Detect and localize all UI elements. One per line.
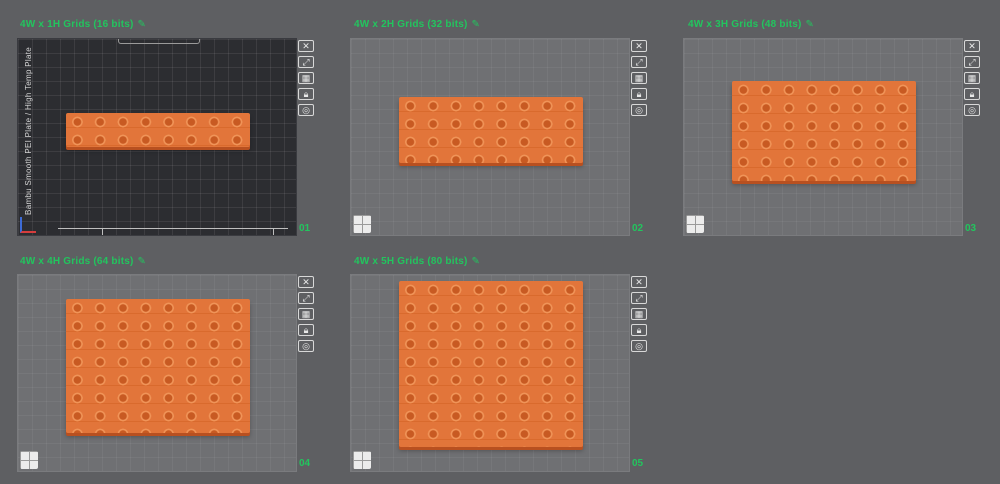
plate-title-2[interactable]: 4W x 2H Grids (32 bits) ✎ [354, 19, 480, 30]
lock-icon[interactable]: 🔒︎ [964, 88, 980, 100]
plate-number-4: 04 [299, 458, 311, 469]
edit-icon[interactable]: ✎ [472, 256, 481, 267]
auto-orient-icon[interactable]: ⤢ [298, 56, 314, 68]
plate-toolbar-1: ✕ ⤢ ▦ 🔒︎ ◎ [298, 40, 316, 120]
plate-title-text: 4W x 4H Grids (64 bits) [20, 256, 134, 267]
close-icon[interactable]: ✕ [298, 40, 314, 52]
plate-thumbnail-4[interactable] [17, 274, 297, 472]
plate-number-1: 01 [299, 223, 311, 234]
auto-orient-icon[interactable]: ⤢ [631, 56, 647, 68]
close-icon[interactable]: ✕ [631, 40, 647, 52]
settings-icon[interactable]: ◎ [298, 340, 314, 352]
plate-grid-icon [686, 215, 704, 233]
arrange-icon[interactable]: ▦ [298, 308, 314, 320]
close-icon[interactable]: ✕ [631, 276, 647, 288]
arrange-icon[interactable]: ▦ [631, 308, 647, 320]
plate-edge-marking [102, 228, 274, 235]
edit-icon[interactable]: ✎ [806, 19, 815, 30]
grid-model[interactable] [66, 113, 250, 147]
plate-grid-icon [353, 451, 371, 469]
grid-model[interactable] [399, 281, 583, 447]
auto-orient-icon[interactable]: ⤢ [964, 56, 980, 68]
plate-title-text: 4W x 1H Grids (16 bits) [20, 19, 134, 30]
settings-icon[interactable]: ◎ [298, 104, 314, 116]
auto-orient-icon[interactable]: ⤢ [631, 292, 647, 304]
settings-icon[interactable]: ◎ [631, 104, 647, 116]
plate-thumbnail-3[interactable] [683, 38, 963, 236]
plate-toolbar-5: ✕ ⤢ ▦ 🔒︎ ◎ [631, 276, 649, 356]
plate-toolbar-4: ✕ ⤢ ▦ 🔒︎ ◎ [298, 276, 316, 356]
grid-model[interactable] [66, 299, 250, 433]
close-icon[interactable]: ✕ [298, 276, 314, 288]
edit-icon[interactable]: ✎ [138, 256, 147, 267]
settings-icon[interactable]: ◎ [631, 340, 647, 352]
lock-icon[interactable]: 🔒︎ [631, 88, 647, 100]
plate-grid-icon [20, 451, 38, 469]
plate-thumbnail-1[interactable]: Bambu Smooth PEI Plate / High Temp Plate [17, 38, 297, 236]
plate-thumbnail-5[interactable] [350, 274, 630, 472]
plate-title-1[interactable]: 4W x 1H Grids (16 bits) ✎ [20, 19, 146, 30]
plate-title-text: 4W x 5H Grids (80 bits) [354, 256, 468, 267]
plate-frame [118, 39, 200, 44]
grid-model[interactable] [399, 97, 583, 163]
arrange-icon[interactable]: ▦ [298, 72, 314, 84]
arrange-icon[interactable]: ▦ [964, 72, 980, 84]
plate-title-5[interactable]: 4W x 5H Grids (80 bits) ✎ [354, 256, 480, 267]
plate-number-5: 05 [632, 458, 644, 469]
plate-title-text: 4W x 3H Grids (48 bits) [688, 19, 802, 30]
edit-icon[interactable]: ✎ [472, 19, 481, 30]
close-icon[interactable]: ✕ [964, 40, 980, 52]
settings-icon[interactable]: ◎ [964, 104, 980, 116]
plate-type-label: Bambu Smooth PEI Plate / High Temp Plate [24, 47, 33, 215]
plate-title-3[interactable]: 4W x 3H Grids (48 bits) ✎ [688, 19, 814, 30]
plate-thumbnail-2[interactable] [350, 38, 630, 236]
auto-orient-icon[interactable]: ⤢ [298, 292, 314, 304]
plate-grid-icon [353, 215, 371, 233]
grid-model[interactable] [732, 81, 916, 181]
plate-toolbar-2: ✕ ⤢ ▦ 🔒︎ ◎ [631, 40, 649, 120]
lock-icon[interactable]: 🔒︎ [298, 88, 314, 100]
lock-icon[interactable]: 🔒︎ [631, 324, 647, 336]
plate-title-text: 4W x 2H Grids (32 bits) [354, 19, 468, 30]
plate-number-3: 03 [965, 223, 977, 234]
lock-icon[interactable]: 🔒︎ [298, 324, 314, 336]
plate-toolbar-3: ✕ ⤢ ▦ 🔒︎ ◎ [964, 40, 982, 120]
plate-number-2: 02 [632, 223, 644, 234]
arrange-icon[interactable]: ▦ [631, 72, 647, 84]
edit-icon[interactable]: ✎ [138, 19, 147, 30]
axis-indicator [20, 217, 36, 233]
plate-title-4[interactable]: 4W x 4H Grids (64 bits) ✎ [20, 256, 146, 267]
